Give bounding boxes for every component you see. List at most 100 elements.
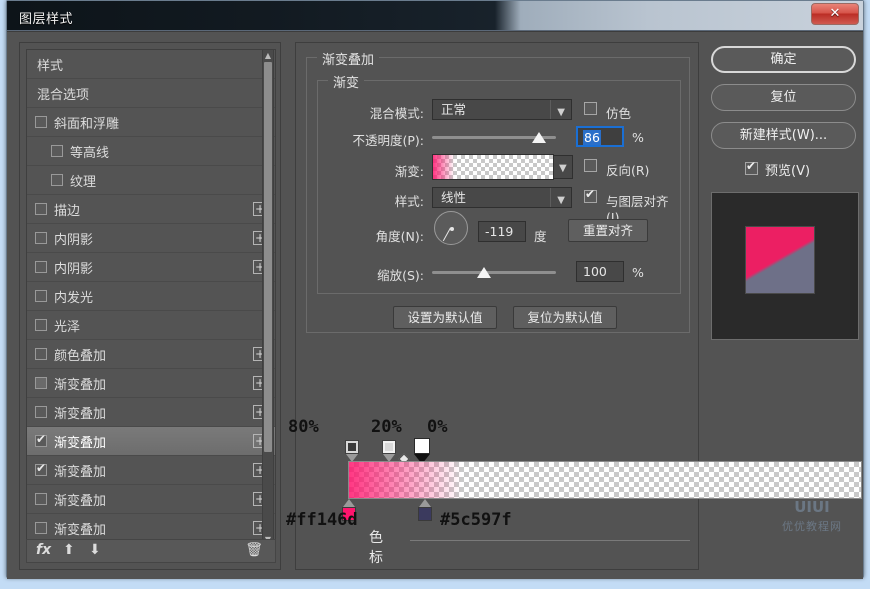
style-list-item[interactable]: 样式 (27, 50, 275, 79)
style-item-checkbox[interactable] (35, 203, 47, 215)
chevron-down-icon: ▼ (557, 191, 565, 210)
styles-list-scrollbar[interactable]: ▲ ▼ (262, 49, 274, 546)
style-item-checkbox[interactable] (35, 232, 47, 244)
style-list-item[interactable]: 渐变叠加+ (27, 369, 275, 398)
set-default-button[interactable]: 设置为默认值 (393, 306, 497, 329)
color-stop-pointer (419, 499, 431, 507)
opacity-unit: % (632, 130, 644, 145)
scale-input[interactable]: 100 (576, 261, 624, 282)
style-item-checkbox[interactable] (35, 348, 47, 360)
scroll-up-icon[interactable]: ▲ (263, 50, 273, 61)
style-list-item[interactable]: 纹理 (27, 166, 275, 195)
style-list-item[interactable]: 光泽 (27, 311, 275, 340)
style-select[interactable]: 线性 ▼ (432, 187, 572, 208)
style-item-checkbox[interactable] (35, 261, 47, 273)
styles-list-toolbar: fx ⬆ ⬇ 🗑 (26, 539, 276, 563)
opacity-stop-label-1: 20% (371, 417, 402, 437)
dither-checkbox[interactable] (584, 102, 597, 115)
angle-input[interactable]: -119 (478, 221, 526, 242)
color-stop-pointer (343, 499, 355, 507)
opacity-slider-thumb[interactable] (532, 132, 546, 143)
style-list-item[interactable]: 内发光 (27, 282, 275, 311)
style-item-checkbox[interactable] (51, 174, 63, 186)
scale-unit: % (632, 265, 644, 280)
close-button[interactable]: ✕ (811, 3, 859, 25)
gradient-bar[interactable] (348, 461, 862, 499)
style-list-item[interactable]: 内阴影+ (27, 253, 275, 282)
style-list-item[interactable]: 混合选项 (27, 79, 275, 108)
reset-default-button[interactable]: 复位为默认值 (513, 306, 617, 329)
style-item-label: 内阴影 (54, 229, 93, 248)
stops-label: 色标 (369, 527, 383, 567)
new-style-button[interactable]: 新建样式(W)... (711, 122, 856, 149)
color-stop-hex-0: #ff146d (286, 510, 358, 530)
move-up-icon[interactable]: ⬆ (63, 542, 75, 558)
preview-thumbnail-image (745, 226, 815, 294)
fx-icon[interactable]: fx (36, 542, 51, 558)
move-down-icon[interactable]: ⬇ (89, 542, 101, 558)
style-list-item[interactable]: 等高线 (27, 137, 275, 166)
style-item-checkbox[interactable] (35, 290, 47, 302)
color-stop-hex-1: #5c597f (440, 510, 512, 530)
style-item-label: 渐变叠加 (54, 374, 106, 393)
preview-checkbox[interactable] (745, 162, 758, 175)
style-item-label: 渐变叠加 (54, 403, 106, 422)
style-item-checkbox[interactable] (51, 145, 63, 157)
preview-row: 预览(V) (711, 160, 863, 182)
angle-dial[interactable] (434, 211, 468, 245)
style-list-item[interactable]: 描边+ (27, 195, 275, 224)
scrollbar-thumb[interactable] (264, 62, 272, 452)
style-item-checkbox[interactable] (35, 522, 47, 534)
styles-pane: 样式混合选项斜面和浮雕等高线纹理描边+内阴影+内阴影+内发光光泽颜色叠加+渐变叠… (19, 42, 281, 570)
blend-mode-select[interactable]: 正常 ▼ (432, 99, 572, 120)
style-item-label: 等高线 (70, 142, 109, 161)
scale-slider[interactable] (432, 266, 556, 278)
window-title: 图层样式 (19, 8, 73, 27)
reset-align-button[interactable]: 重置对齐 (568, 219, 648, 242)
reverse-label: 反向(R) (606, 160, 649, 179)
style-item-label: 纹理 (70, 171, 96, 190)
ok-button[interactable]: 确定 (711, 46, 856, 73)
style-item-label: 颜色叠加 (54, 345, 106, 364)
dialog-actions: 确定 复位 新建样式(W)... 预览(V) (711, 46, 863, 182)
scale-label: 缩放(S): (320, 265, 424, 284)
style-item-checkbox[interactable] (35, 319, 47, 331)
style-list-item[interactable]: 颜色叠加+ (27, 340, 275, 369)
color-stop-1[interactable] (418, 499, 432, 521)
style-list-item[interactable]: 内阴影+ (27, 224, 275, 253)
style-item-checkbox[interactable] (35, 377, 47, 389)
style-list-item[interactable]: 渐变叠加+ (27, 398, 275, 427)
style-item-checkbox[interactable] (35, 493, 47, 505)
watermark-line-1: UIUI (766, 498, 858, 517)
opacity-input[interactable]: 86 (576, 126, 624, 147)
style-item-checkbox[interactable] (35, 464, 47, 476)
reset-button[interactable]: 复位 (711, 84, 856, 111)
trash-icon[interactable]: 🗑 (245, 542, 263, 558)
opacity-stop-1[interactable] (382, 440, 396, 462)
gradient-preview-swatch[interactable]: ▼ (432, 154, 554, 180)
style-item-label: 光泽 (54, 316, 80, 335)
reverse-checkbox[interactable] (584, 159, 597, 172)
style-list-item[interactable]: 渐变叠加+ (27, 456, 275, 485)
opacity-value: 86 (583, 130, 601, 145)
style-item-label: 渐变叠加 (54, 490, 106, 509)
styles-list[interactable]: 样式混合选项斜面和浮雕等高线纹理描边+内阴影+内阴影+内发光光泽颜色叠加+渐变叠… (26, 49, 276, 546)
style-list-item[interactable]: 斜面和浮雕 (27, 108, 275, 137)
gradient-picker-dropdown[interactable]: ▼ (553, 155, 573, 179)
style-item-checkbox[interactable] (35, 116, 47, 128)
style-item-label: 渐变叠加 (54, 519, 106, 538)
opacity-slider[interactable] (432, 131, 556, 143)
style-list-item[interactable]: 渐变叠加+ (27, 485, 275, 514)
watermark: UIUI 优优教程网 (766, 498, 858, 538)
scale-slider-thumb[interactable] (477, 267, 491, 278)
align-with-layer-checkbox[interactable] (584, 190, 597, 203)
blend-mode-value: 正常 (441, 102, 466, 117)
chevron-down-icon: ▼ (559, 163, 567, 174)
style-item-checkbox[interactable] (35, 406, 47, 418)
preview-thumbnail (711, 192, 859, 340)
opacity-stop-0[interactable] (345, 440, 359, 462)
style-item-checkbox[interactable] (35, 435, 47, 447)
color-stop-swatch (418, 507, 432, 521)
opacity-stop-swatch (382, 440, 396, 454)
style-list-item[interactable]: 渐变叠加+ (27, 427, 275, 456)
